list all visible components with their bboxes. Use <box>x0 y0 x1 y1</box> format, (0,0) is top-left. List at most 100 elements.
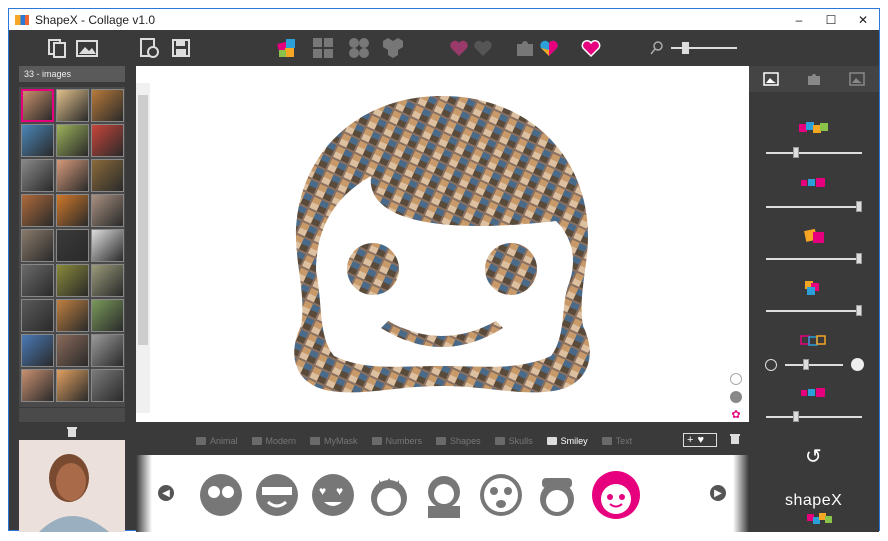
image-thumbnail[interactable] <box>21 159 54 192</box>
princess-emoji-shape[interactable] <box>366 472 412 518</box>
border-slider-knob[interactable] <box>803 359 810 370</box>
puzzle-settings-icon[interactable] <box>806 71 822 87</box>
monkey-emoji-shape[interactable] <box>198 472 244 518</box>
canvas-vertical-scrollbar[interactable] <box>136 83 150 413</box>
size-slider[interactable] <box>766 201 862 212</box>
size-icon <box>799 176 829 188</box>
palette-icon[interactable]: ✿ <box>730 409 742 421</box>
white-bg-option[interactable] <box>730 373 742 385</box>
undo-icon[interactable]: ↺ <box>805 444 822 469</box>
image-thumbnail[interactable] <box>21 299 54 332</box>
category-tab-smiley[interactable]: Smiley <box>546 436 588 446</box>
trash-icon <box>730 434 740 444</box>
image-thumbnail[interactable] <box>21 334 54 367</box>
heart-mask-icon[interactable] <box>447 36 471 60</box>
rotation-slider[interactable] <box>766 253 862 264</box>
scrollbar-thumb[interactable] <box>138 95 148 345</box>
category-tab-shapes[interactable]: Shapes <box>436 436 481 446</box>
gray-bg-option[interactable] <box>730 391 742 403</box>
category-tab-modern[interactable]: Modern <box>251 436 296 446</box>
zoom-slider-knob[interactable] <box>681 42 689 54</box>
image-thumbnail[interactable] <box>91 299 124 332</box>
minimize-button[interactable]: – <box>783 9 815 30</box>
size-slider-knob[interactable] <box>856 201 862 212</box>
girl-emoji-shape-selected[interactable] <box>590 469 642 521</box>
image-settings-icon[interactable] <box>762 72 779 86</box>
image-thumbnail[interactable] <box>91 89 124 122</box>
shadow-slider[interactable] <box>766 411 862 422</box>
surprised-emoji-shape[interactable] <box>478 472 524 518</box>
brand-logo-squares <box>807 513 832 524</box>
open-file-icon[interactable] <box>137 36 161 60</box>
maximize-button[interactable]: ☐ <box>815 9 847 30</box>
image-thumbnail[interactable] <box>91 369 124 402</box>
close-button[interactable]: ✕ <box>847 9 879 30</box>
heart-eyes-emoji-shape[interactable]: ♥ ♥ <box>310 472 356 518</box>
hexagon-layout-icon[interactable] <box>381 36 405 60</box>
delete-shape-button[interactable] <box>729 433 741 448</box>
image-thumbnail[interactable] <box>56 264 89 297</box>
image-thumbnail[interactable] <box>56 229 89 262</box>
brand-logo: shapeX <box>785 492 843 509</box>
sunglasses-emoji-shape[interactable] <box>254 472 300 518</box>
overlap-slider-knob[interactable] <box>856 305 862 316</box>
max-border-icon[interactable] <box>851 358 864 371</box>
image-thumbnail[interactable] <box>21 89 54 122</box>
image-thumbnail[interactable] <box>91 264 124 297</box>
image-thumbnail[interactable] <box>91 159 124 192</box>
image-thumbnail[interactable] <box>21 229 54 262</box>
category-tab-animal[interactable]: Animal <box>196 436 238 446</box>
category-tab-skulls[interactable]: Skulls <box>494 436 533 446</box>
circle-layout-icon[interactable] <box>347 36 371 60</box>
border-icon <box>799 334 829 346</box>
category-tab-mymask[interactable]: MyMask <box>310 436 358 446</box>
prev-shapes-button[interactable]: ◀ <box>158 485 174 501</box>
category-tab-label: MyMask <box>324 436 358 446</box>
category-tab-label: Shapes <box>450 436 481 446</box>
shadow-slider-knob[interactable] <box>793 411 799 422</box>
image-thumbnail[interactable] <box>91 124 124 157</box>
copy-images-icon[interactable] <box>45 36 69 60</box>
border-slider[interactable] <box>785 359 843 370</box>
color-heart-icon[interactable] <box>537 36 561 60</box>
collage-settings-icon[interactable] <box>849 72 866 86</box>
folder-icon <box>196 437 206 445</box>
next-shapes-button[interactable]: ▶ <box>710 485 726 501</box>
delete-image-button[interactable] <box>19 424 125 440</box>
rotation-slider-knob[interactable] <box>856 253 862 264</box>
image-thumbnail[interactable] <box>21 124 54 157</box>
overlap-slider[interactable] <box>766 305 862 316</box>
category-tab-text[interactable]: Text <box>601 436 632 446</box>
image-thumbnail[interactable] <box>56 334 89 367</box>
image-thumbnail[interactable] <box>56 369 89 402</box>
image-thumbnail[interactable] <box>56 159 89 192</box>
image-thumbnail[interactable] <box>56 299 89 332</box>
puzzle-icon[interactable] <box>513 36 537 60</box>
image-thumbnail[interactable] <box>91 334 124 367</box>
image-thumbnail[interactable] <box>91 194 124 227</box>
collage-color-icon[interactable] <box>275 36 299 60</box>
add-shape-button[interactable]: + ♥ <box>683 433 717 447</box>
grid-layout-icon[interactable] <box>311 36 335 60</box>
image-thumbnail[interactable] <box>91 229 124 262</box>
image-thumbnail[interactable] <box>56 194 89 227</box>
image-thumbnail[interactable] <box>21 369 54 402</box>
police-emoji-shape[interactable] <box>534 472 580 518</box>
image-library-panel: 33 - images <box>19 66 125 532</box>
zoom-slider[interactable] <box>671 42 737 54</box>
image-thumbnail[interactable] <box>21 194 54 227</box>
pink-heart-icon[interactable] <box>579 36 603 60</box>
raising-hand-emoji-shape[interactable] <box>422 472 468 518</box>
save-icon[interactable] <box>169 36 193 60</box>
heart-outline-icon[interactable] <box>471 36 495 60</box>
image-thumbnail[interactable] <box>56 89 89 122</box>
no-border-icon[interactable] <box>765 359 777 371</box>
image-thumbnail[interactable] <box>21 264 54 297</box>
density-slider[interactable] <box>766 147 862 158</box>
images-icon[interactable] <box>75 36 99 60</box>
folder-icon <box>310 437 321 445</box>
category-tab-numbers[interactable]: Numbers <box>371 436 422 446</box>
image-thumbnail[interactable] <box>56 124 89 157</box>
density-slider-knob[interactable] <box>793 147 799 158</box>
collage-canvas[interactable] <box>136 66 749 422</box>
